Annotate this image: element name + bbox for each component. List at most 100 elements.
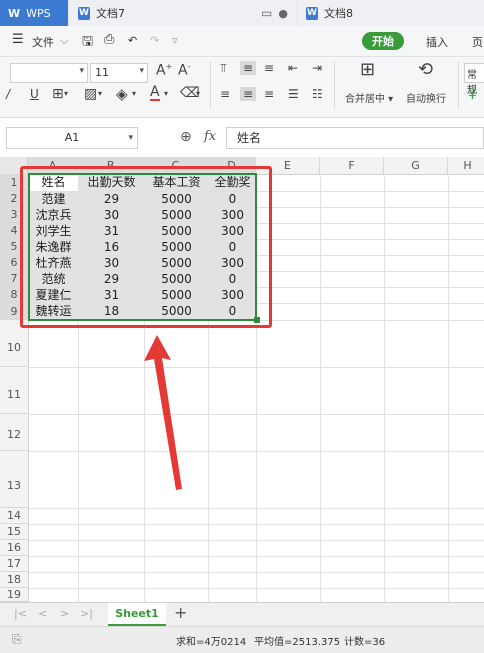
row-header-19[interactable]: 19 [0,588,28,602]
gridline [28,414,484,415]
column-header-g[interactable]: G [384,157,448,174]
increase-indent-icon[interactable]: ⇥ [312,61,322,75]
distribute-icon[interactable]: ☷ [312,87,323,101]
close-icon[interactable]: ● [278,7,288,20]
chevron-down-icon: ▾ [139,66,144,76]
fill-color-icon[interactable]: ◈ [116,85,128,103]
wrap-text-button[interactable]: 自动换行 [406,90,446,105]
status-count: 计数=36 [344,637,386,648]
row-header-14[interactable]: 14 [0,508,28,524]
save-icon[interactable]: 🖫 [82,32,93,54]
divider [458,61,459,109]
tab-more[interactable]: 页 [472,34,483,50]
gridline [28,524,484,525]
row-header-17[interactable]: 17 [0,556,28,572]
row-header-15[interactable]: 15 [0,524,28,540]
column-header-f[interactable]: F [320,157,384,174]
chevron-down-icon[interactable]: ⌵ [60,34,68,48]
merge-center-label: 合并居中 [345,94,385,105]
document-icon: W [78,6,90,20]
font-size-value: 11 [95,66,109,79]
row-header-16[interactable]: 16 [0,540,28,556]
tab-doc8[interactable]: W 文档8 [298,0,484,26]
tab-insert[interactable]: 插入 [426,34,448,50]
chevron-down-icon[interactable]: ▾ [132,89,136,98]
file-menu[interactable]: 文件 [32,34,54,50]
name-box[interactable]: A1 ▾ [6,127,138,149]
gridline [28,508,484,509]
wps-app-label: WPS [26,6,51,20]
undo-icon[interactable]: ↶ [128,34,137,47]
annotation-arrow-icon [144,335,182,490]
row-header-12[interactable]: 12 [0,414,28,451]
divider [334,61,335,109]
hamburger-icon[interactable]: ☰ [12,32,24,47]
wps-logo-icon: W [8,6,21,20]
status-sum: 求和=4万0214 [176,637,247,648]
formula-input[interactable]: 姓名 [226,127,484,149]
number-format-combo[interactable]: 常规 [464,63,484,96]
align-bottom-icon[interactable]: ≡ [264,61,274,75]
decrease-font-icon[interactable]: A- [178,62,190,79]
more-icon[interactable]: ▿ [172,34,178,47]
row-header-13[interactable]: 13 [0,451,28,508]
align-middle-icon[interactable]: ≡ [240,61,257,75]
row-header-18[interactable]: 18 [0,572,28,588]
first-sheet-icon[interactable]: |< [14,607,27,620]
next-sheet-icon[interactable]: > [60,607,69,620]
add-sheet-button[interactable]: + [174,603,187,622]
zoom-icon[interactable]: ⊕ [180,129,192,145]
currency-icon[interactable]: ¥ [468,87,477,103]
gridline [28,451,484,452]
chevron-down-icon[interactable]: ▾ [196,89,200,98]
status-bar: ⎘ 求和=4万0214 平均值=2513.375 计数=36 [0,626,484,653]
tab-start[interactable]: 开始 [362,32,404,50]
divider [210,61,211,109]
sheet-grid[interactable]: 1 2 3 4 5 6 7 8 9 10 11 12 13 14 15 16 1… [0,166,484,602]
border-icon[interactable]: ⊞ [52,86,64,102]
tab-doc8-label: 文档8 [324,7,353,20]
cell-style-icon[interactable]: ▨ [84,86,97,102]
font-name-combo[interactable]: ▾ [10,63,88,83]
underline-icon[interactable]: U [30,87,39,101]
status-average: 平均值=2513.375 [254,637,341,648]
sheet-tab-bar: |< < > >| Sheet1 + [0,602,484,627]
fx-icon[interactable]: fx [204,129,216,144]
align-center-icon[interactable]: ≡ [240,87,257,101]
font-size-combo[interactable]: 11 ▾ [90,63,148,83]
column-header-h[interactable]: H [448,157,484,174]
gridline [28,588,484,589]
decrease-indent-icon[interactable]: ⇤ [288,61,298,75]
tab-doc7-label: 文档7 [96,7,125,20]
redo-icon[interactable]: ↷ [150,34,159,47]
sheet-tab-sheet1[interactable]: Sheet1 [108,603,166,626]
chevron-down-icon[interactable]: ▾ [98,89,102,98]
chevron-down-icon: ▾ [79,66,84,76]
merge-center-icon[interactable]: ⊞ [360,59,375,80]
wps-app-tab[interactable]: W WPS [0,0,68,26]
ribbon-toolbar: ▾ 11 ▾ A+ A- / U ⊞ ▾ ▨ ▾ ◈ ▾ A ▾ ⌫ ▾ ⫪ ≡ … [0,57,484,118]
wrap-text-icon[interactable]: ⟲ [418,59,433,80]
gridline [28,556,484,557]
last-sheet-icon[interactable]: >| [80,607,93,620]
align-right-icon[interactable]: ≡ [264,87,274,101]
chevron-down-icon[interactable]: ▾ [64,89,68,98]
prev-sheet-icon[interactable]: < [38,607,47,620]
font-color-icon[interactable]: A [150,85,160,101]
monitor-icon[interactable]: ▭ [261,6,272,20]
align-left-icon[interactable]: ≡ [220,87,230,101]
increase-font-icon[interactable]: A+ [156,62,172,79]
tab-doc7[interactable]: W 文档7 ▭ ● [70,0,296,26]
chevron-down-icon: ▾ [128,133,133,143]
justify-icon[interactable]: ☰ [288,87,299,101]
macro-icon[interactable]: ⎘ [12,632,22,647]
align-top-icon[interactable]: ⫪ [220,61,227,76]
chevron-down-icon[interactable]: ▾ [164,89,168,98]
italic-icon[interactable]: / [6,87,10,101]
gridline [28,367,484,368]
title-bar: W WPS W 文档7 ▭ ● W 文档8 [0,0,484,26]
annotation-highlight-box [20,166,272,328]
print-icon[interactable]: ⎙ [104,32,114,47]
merge-center-button[interactable]: 合并居中 ▾ [345,90,393,105]
row-header-11[interactable]: 11 [0,367,28,414]
